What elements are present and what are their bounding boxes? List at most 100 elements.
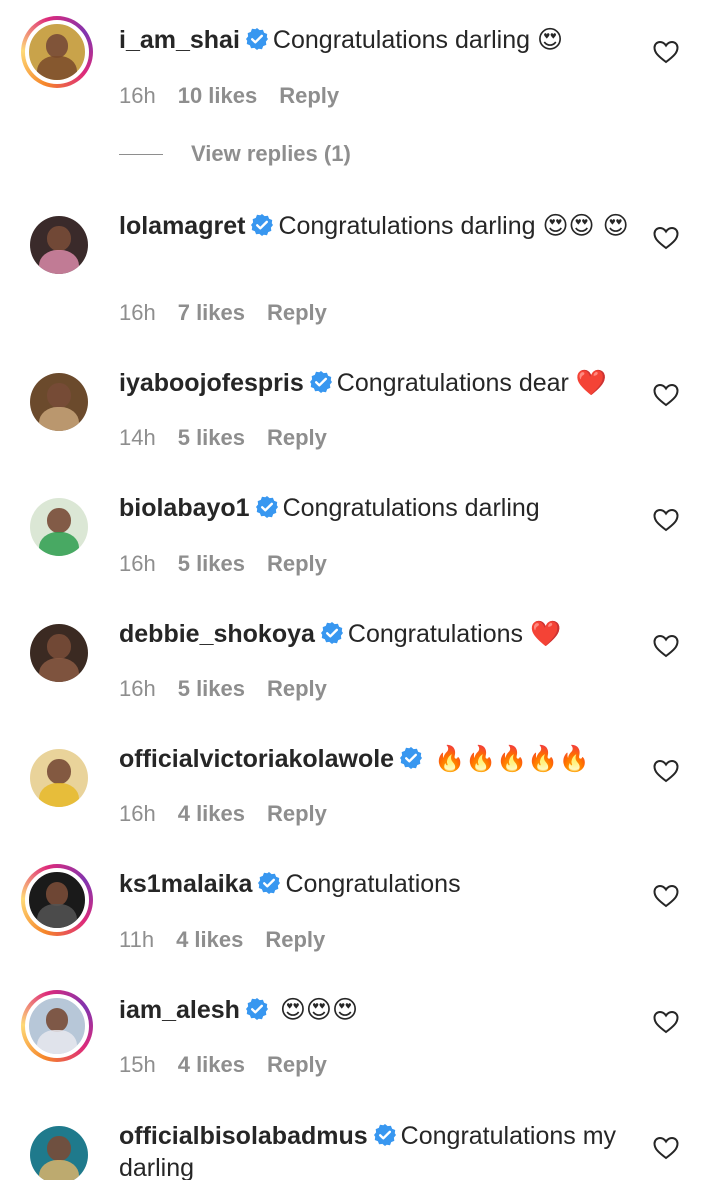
- comment-emoji: ❤️: [575, 368, 607, 397]
- likes-count[interactable]: 4 likes: [178, 801, 245, 827]
- timestamp: 16h: [119, 83, 156, 108]
- username[interactable]: iyaboojofespris: [119, 369, 304, 397]
- comment-emoji: 😍: [536, 25, 564, 54]
- likes-count[interactable]: 5 likes: [178, 676, 245, 702]
- avatar-story-ring[interactable]: [21, 990, 93, 1062]
- comment-text: Congratulations darling: [282, 494, 540, 522]
- avatar-wrap[interactable]: [24, 367, 94, 437]
- verified-badge-icon: [258, 872, 281, 894]
- comment-text: Congratulations: [285, 870, 461, 898]
- avatar: [25, 20, 89, 84]
- comment-body: officialbisolabadmus Congratulations my d…: [119, 1120, 624, 1180]
- comment-body: iam_alesh 😍😍😍: [119, 994, 629, 1026]
- heart-outline-icon[interactable]: [653, 40, 679, 64]
- verified-badge-icon: [400, 747, 423, 769]
- reply-button[interactable]: Reply: [267, 801, 327, 827]
- comment-emoji: 😍😍 😍: [542, 211, 629, 240]
- username[interactable]: lolamagret: [119, 212, 245, 240]
- view-replies-button[interactable]: View replies (1): [119, 141, 351, 167]
- reply-button[interactable]: Reply: [267, 676, 327, 702]
- comment-body: biolabayo1 Congratulations darling: [119, 492, 629, 524]
- heart-outline-icon[interactable]: [653, 383, 679, 407]
- comment-meta: 16h 5 likes Reply: [119, 551, 327, 577]
- comment-text: Congratulations: [347, 620, 524, 648]
- username[interactable]: i_am_shai: [119, 26, 240, 54]
- avatar-wrap[interactable]: [24, 1120, 94, 1180]
- heart-outline-icon[interactable]: [653, 1010, 679, 1034]
- heart-outline-icon[interactable]: [653, 884, 679, 908]
- avatar: [25, 994, 89, 1058]
- avatar: [30, 216, 88, 274]
- comment-emoji: 🔥🔥🔥🔥🔥: [434, 744, 590, 773]
- timestamp: 14h: [119, 425, 156, 450]
- comment-meta: 16h 7 likes Reply: [119, 300, 327, 326]
- comment-text: Congratulations darling: [272, 26, 531, 54]
- heart-outline-icon[interactable]: [653, 634, 679, 658]
- reply-button[interactable]: Reply: [267, 425, 327, 451]
- avatar: [30, 498, 88, 556]
- timestamp: 15h: [119, 1052, 156, 1077]
- verified-badge-icon: [251, 214, 274, 236]
- likes-count[interactable]: 4 likes: [176, 927, 243, 953]
- avatar: [30, 373, 88, 431]
- reply-button[interactable]: Reply: [267, 300, 327, 326]
- heart-outline-icon[interactable]: [653, 226, 679, 250]
- verified-badge-icon: [245, 28, 268, 50]
- heart-outline-icon[interactable]: [653, 508, 679, 532]
- username[interactable]: iam_alesh: [119, 996, 240, 1024]
- likes-count[interactable]: 5 likes: [178, 425, 245, 451]
- avatar: [25, 868, 89, 932]
- reply-button[interactable]: Reply: [265, 927, 325, 953]
- likes-count[interactable]: 10 likes: [178, 83, 258, 109]
- avatar: [30, 1126, 88, 1180]
- avatar-wrap[interactable]: [24, 492, 94, 562]
- avatar: [30, 749, 88, 807]
- comment-body: ks1malaika Congratulations: [119, 868, 629, 900]
- comment-text: Congratulations darling: [278, 212, 536, 240]
- comment-emoji: ❤️: [529, 619, 562, 648]
- comment-meta: 15h 4 likes Reply: [119, 1052, 327, 1078]
- comment-meta: 16h 4 likes Reply: [119, 801, 327, 827]
- reply-button[interactable]: Reply: [267, 1052, 327, 1078]
- reply-button[interactable]: Reply: [267, 551, 327, 577]
- comment-body: officialvictoriakolawole 🔥🔥🔥🔥🔥: [119, 743, 629, 775]
- username[interactable]: biolabayo1: [119, 494, 250, 522]
- timestamp: 16h: [119, 676, 156, 701]
- heart-outline-icon[interactable]: [653, 1136, 679, 1160]
- reply-button[interactable]: Reply: [279, 83, 339, 109]
- timestamp: 16h: [119, 801, 156, 826]
- verified-badge-icon: [309, 371, 332, 393]
- likes-count[interactable]: 7 likes: [178, 300, 245, 326]
- heart-outline-icon[interactable]: [653, 759, 679, 783]
- timestamp: 11h: [119, 927, 155, 952]
- verified-badge-icon: [373, 1124, 396, 1146]
- comment-meta: 11h 4 likes Reply: [119, 927, 325, 953]
- avatar-wrap[interactable]: [24, 618, 94, 688]
- view-replies-label[interactable]: View replies (1): [191, 141, 351, 167]
- comment-emoji: 😍😍😍: [279, 995, 359, 1024]
- divider-line: [119, 153, 163, 155]
- likes-count[interactable]: 4 likes: [178, 1052, 245, 1078]
- username[interactable]: officialvictoriakolawole: [119, 745, 394, 773]
- username[interactable]: ks1malaika: [119, 870, 252, 898]
- verified-badge-icon: [320, 622, 343, 644]
- comment-body: i_am_shai Congratulations darling 😍: [119, 24, 629, 56]
- username[interactable]: debbie_shokoya: [119, 620, 315, 648]
- comments-list: i_am_shai Congratulations darling 😍 16h 1…: [0, 0, 720, 1180]
- timestamp: 16h: [119, 551, 156, 576]
- avatar-story-ring[interactable]: [21, 16, 93, 88]
- likes-count[interactable]: 5 likes: [178, 551, 245, 577]
- avatar-wrap[interactable]: [24, 210, 94, 280]
- comment-body: debbie_shokoya Congratulations ❤️: [119, 618, 629, 650]
- comment-meta: 16h 5 likes Reply: [119, 676, 327, 702]
- avatar: [30, 624, 88, 682]
- comment-body: lolamagret Congratulations darling 😍😍 😍: [119, 210, 629, 242]
- comment-meta: 16h 10 likes Reply: [119, 83, 339, 109]
- avatar-story-ring[interactable]: [21, 864, 93, 936]
- verified-badge-icon: [245, 998, 268, 1020]
- comment-text: Congratulations dear: [336, 369, 569, 397]
- verified-badge-icon: [255, 496, 278, 518]
- timestamp: 16h: [119, 300, 156, 325]
- username[interactable]: officialbisolabadmus: [119, 1122, 368, 1150]
- avatar-wrap[interactable]: [24, 743, 94, 813]
